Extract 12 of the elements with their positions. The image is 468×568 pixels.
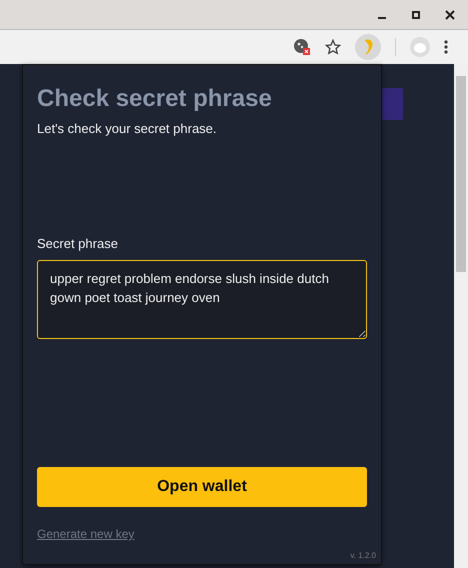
phrase-input-field[interactable]: upper regret problem endorse slush inside dutch gown poet toast journey oven xyxy=(37,260,367,339)
subtitle: Let's check your secret phrase. xyxy=(37,121,218,136)
close-icon[interactable] xyxy=(445,10,455,20)
field-label: Secret phrase xyxy=(37,236,119,251)
open-wallet-button[interactable]: Open wallet xyxy=(37,467,367,507)
scrollbar[interactable] xyxy=(454,64,468,568)
version-label: v. 1.2.0 xyxy=(350,551,376,560)
cookie-blocked-icon[interactable] xyxy=(293,38,311,56)
popup-title: Check secret phrase xyxy=(37,85,273,113)
maximize-icon[interactable] xyxy=(411,10,421,20)
menu-icon[interactable] xyxy=(444,40,448,54)
star-icon[interactable] xyxy=(325,39,341,55)
